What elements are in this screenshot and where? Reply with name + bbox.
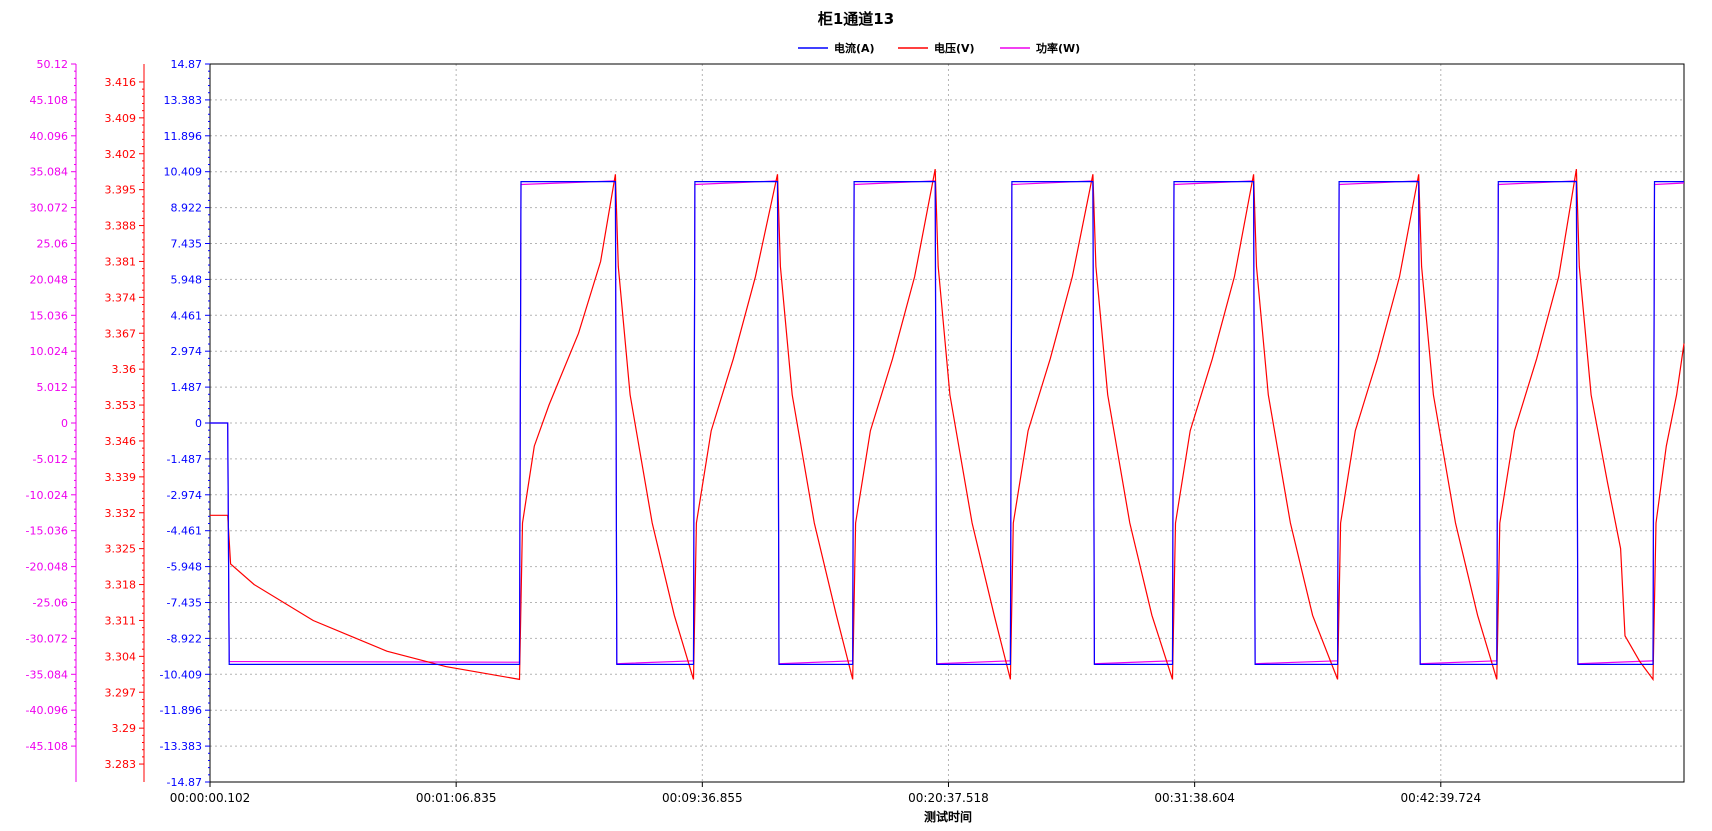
y-tick-label: -30.072	[26, 632, 68, 645]
y-tick-label: 3.416	[105, 76, 137, 89]
y-tick-label: 3.346	[105, 435, 137, 448]
y-tick-label: 7.435	[171, 238, 203, 251]
y-tick-label: -25.06	[33, 597, 68, 610]
x-tick-label: 00:20:37.518	[908, 791, 989, 805]
y-tick-label: 0	[61, 417, 68, 430]
y-tick-label: 3.353	[105, 399, 137, 412]
y-tick-label: 3.374	[105, 291, 137, 304]
legend: 电流(A) 电压(V) 功率(W)	[798, 41, 1080, 55]
y-tick-label: 5.012	[37, 381, 69, 394]
y-tick-label: 3.36	[112, 363, 137, 376]
chart-title: 柜1通道13	[817, 10, 894, 28]
y-tick-label: -13.383	[160, 740, 202, 753]
legend-label-1: 电压(V)	[934, 41, 975, 55]
y-tick-label: 14.87	[171, 58, 203, 71]
legend-label-0: 电流(A)	[834, 41, 875, 55]
y-tick-label: 20.048	[30, 273, 69, 286]
y-tick-label: 25.06	[37, 238, 69, 251]
y-tick-label: -5.012	[33, 453, 68, 466]
y-tick-label: 0	[195, 417, 202, 430]
y-tick-label: -8.922	[167, 632, 202, 645]
y-tick-label: -20.048	[26, 561, 68, 574]
y-tick-label: 3.318	[105, 579, 137, 592]
y-tick-label: -5.948	[167, 561, 202, 574]
y-tick-label: 3.297	[105, 686, 137, 699]
y-tick-label: 3.381	[105, 255, 137, 268]
y-tick-label: 3.409	[105, 112, 137, 125]
y-tick-label: 3.325	[105, 543, 137, 556]
y-tick-label: 3.283	[105, 758, 137, 771]
x-tick-label: 00:09:36.855	[662, 791, 743, 805]
y-tick-label: -15.036	[26, 525, 68, 538]
legend-label-2: 功率(W)	[1036, 41, 1080, 55]
y-tick-label: 3.395	[105, 184, 137, 197]
y-tick-label: -45.108	[26, 740, 68, 753]
y-tick-label: 45.108	[30, 94, 69, 107]
y-tick-label: -7.435	[167, 597, 202, 610]
y-tick-label: 35.084	[30, 166, 69, 179]
chart-svg: 柜1通道13 电流(A) 电压(V) 功率(W) 50.12 45.108 40.096…	[0, 0, 1712, 827]
y-tick-label: 3.388	[105, 220, 137, 233]
y-tick-label: 2.974	[171, 345, 203, 358]
y-tick-label: -1.487	[167, 453, 202, 466]
y-tick-label: 40.096	[30, 130, 69, 143]
chart: 柜1通道13 电流(A) 电压(V) 功率(W) 50.12 45.108 40.096…	[0, 0, 1712, 827]
y-tick-label: 3.29	[112, 722, 137, 735]
y-tick-label: 3.367	[105, 327, 137, 340]
y-tick-label: 3.311	[105, 614, 137, 627]
y-tick-label: 8.922	[171, 202, 203, 215]
x-tick-label: 00:00:00.102	[170, 791, 251, 805]
y-tick-label: 3.339	[105, 471, 137, 484]
x-tick-label: 00:01:06.835	[416, 791, 497, 805]
y-tick-label: 13.383	[164, 94, 203, 107]
x-tick-label: 00:42:39.724	[1400, 791, 1481, 805]
y-tick-label: -10.409	[160, 668, 202, 681]
y-tick-label: 5.948	[171, 273, 203, 286]
y-tick-label: 11.896	[164, 130, 203, 143]
y-tick-label: 1.487	[171, 381, 203, 394]
y-tick-label: -11.896	[160, 704, 202, 717]
y-tick-label: -2.974	[167, 489, 202, 502]
y-tick-label: -14.87	[167, 776, 202, 789]
y-tick-label: 4.461	[171, 309, 203, 322]
x-tick-label: 00:31:38.604	[1154, 791, 1235, 805]
y-tick-label: -4.461	[167, 525, 202, 538]
y-tick-label: 15.036	[30, 309, 69, 322]
y-tick-label: 3.304	[105, 650, 137, 663]
y-tick-label: 10.409	[164, 166, 203, 179]
x-axis-label: 测试时间	[924, 809, 972, 824]
y-tick-label: -40.096	[26, 704, 68, 717]
y-tick-label: 3.402	[105, 148, 137, 161]
y-tick-label: 50.12	[37, 58, 69, 71]
y-tick-label: -10.024	[26, 489, 68, 502]
y-tick-label: -35.084	[26, 668, 68, 681]
y-tick-label: 30.072	[30, 202, 69, 215]
y-tick-label: 10.024	[30, 345, 69, 358]
y-tick-label: 3.332	[105, 507, 137, 520]
